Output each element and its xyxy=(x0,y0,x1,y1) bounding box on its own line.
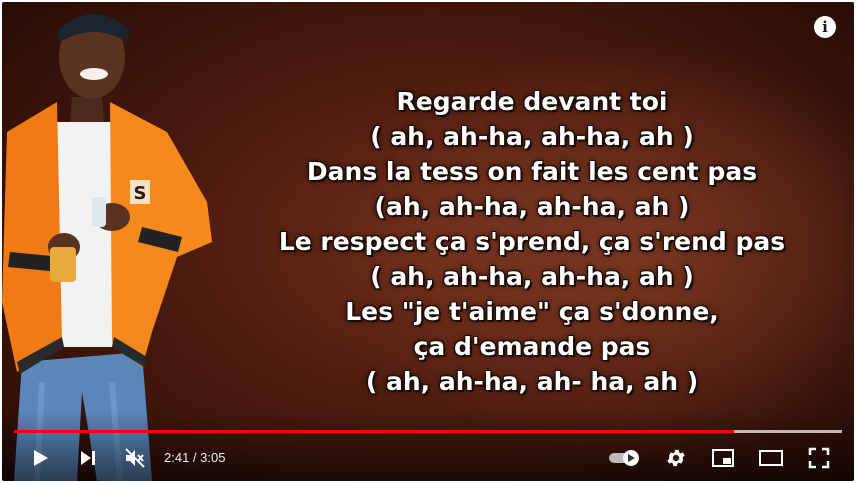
time-display: 2:41 / 3:05 xyxy=(164,450,226,465)
theater-mode-button[interactable] xyxy=(754,442,788,474)
volume-muted-icon xyxy=(125,448,145,468)
lyrics-overlay: Regarde devant toi ( ah, ah-ha, ah-ha, a… xyxy=(212,84,852,399)
lyric-line-3: Dans la tess on fait les cent pas xyxy=(306,157,758,186)
lyric-line-5: Le respect ça s'prend, ça s'rend pas xyxy=(278,227,786,256)
lyric-line-7: Les "je t'aime" ça s'donne, xyxy=(345,297,719,326)
autoplay-toggle[interactable] xyxy=(606,442,644,474)
lyric-line-8: ça d'emande pas xyxy=(413,332,651,361)
settings-gear-icon xyxy=(667,449,685,467)
miniplayer-button[interactable] xyxy=(707,442,739,474)
play-icon xyxy=(34,450,48,466)
lyric-line-9: ( ah, ah-ha, ah- ha, ah ) xyxy=(365,367,699,396)
lyric-line-4: (ah, ah-ha, ah-ha, ah ) xyxy=(374,192,690,221)
singer-image: S xyxy=(2,13,212,481)
video-player[interactable]: S Regarde devant toi ( ah, ah-ha, ah-ha,… xyxy=(2,2,854,481)
theater-mode-icon xyxy=(759,450,783,466)
lyric-line-6: ( ah, ah-ha, ah-ha, ah ) xyxy=(370,262,694,291)
miniplayer-icon xyxy=(712,449,734,467)
fullscreen-button[interactable] xyxy=(803,442,835,474)
lyric-line-1: Regarde devant toi xyxy=(396,87,668,116)
info-icon[interactable]: i xyxy=(814,16,836,38)
autoplay-toggle-icon xyxy=(609,450,639,466)
fullscreen-icon xyxy=(808,447,830,469)
play-button[interactable] xyxy=(24,442,56,474)
mute-button[interactable] xyxy=(119,442,151,474)
next-icon xyxy=(81,451,95,465)
progress-played xyxy=(14,430,735,433)
progress-bar[interactable] xyxy=(14,430,842,433)
next-button[interactable] xyxy=(72,442,104,474)
lyric-line-2: ( ah, ah-ha, ah-ha, ah ) xyxy=(370,122,694,151)
svg-text:S: S xyxy=(134,183,147,204)
settings-button[interactable] xyxy=(660,442,692,474)
